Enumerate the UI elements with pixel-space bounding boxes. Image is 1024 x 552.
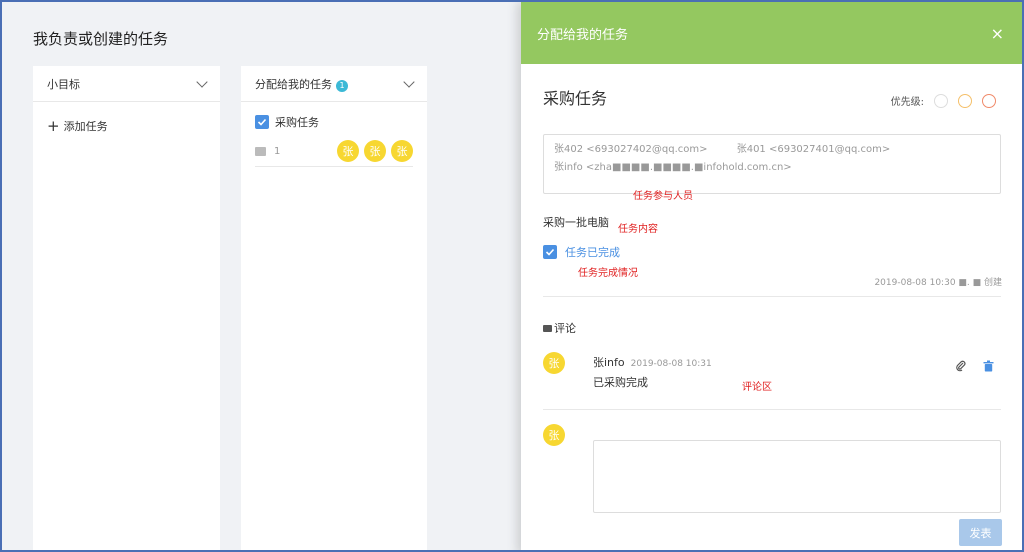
comment-actions: [955, 360, 994, 372]
task-detail-panel: 分配给我的任务 × 采购任务 优先级: 张402 <693027402@qq.c…: [521, 2, 1022, 550]
column-assigned-to-me: 分配给我的任务 1 采购任务 1 张 张 张: [241, 66, 427, 550]
priority-selector: 优先级:: [891, 93, 996, 108]
avatar-group: 张 张 张: [337, 140, 413, 162]
add-task-label: 添加任务: [63, 120, 108, 133]
column-title: 小目标: [47, 77, 80, 91]
page-title: 我负责或创建的任务: [33, 30, 169, 48]
send-button[interactable]: 发表: [959, 519, 1002, 546]
column-header[interactable]: 小目标: [33, 66, 220, 102]
task-title[interactable]: 采购任务: [543, 85, 607, 109]
annotation-content: 任务内容: [618, 224, 658, 235]
column-title: 分配给我的任务: [255, 77, 332, 91]
priority-option-low[interactable]: [934, 93, 948, 108]
avatar[interactable]: 张: [391, 140, 413, 162]
participants-field[interactable]: 张402 <693027402@qq.com> 张401 <693027401@…: [543, 134, 1001, 194]
divider: [255, 166, 413, 167]
comment-header: 张info 2019-08-08 10:31: [593, 354, 712, 370]
chevron-down-icon[interactable]: [196, 75, 208, 88]
status-text: 任务已完成: [565, 246, 620, 259]
task-card-title: 采购任务: [275, 116, 319, 129]
add-task-button[interactable]: + 添加任务: [47, 118, 108, 134]
attachment-icon[interactable]: [955, 360, 967, 372]
comment-input[interactable]: [593, 440, 1001, 513]
plus-icon: +: [47, 117, 60, 135]
comments-heading-label: 评论: [554, 322, 576, 335]
comment-time: 2019-08-08 10:31: [630, 359, 712, 369]
annotation-comments: 评论区: [742, 382, 772, 393]
count-badge: 1: [336, 79, 348, 92]
comment-author: 张info: [593, 356, 625, 369]
task-card[interactable]: 采购任务 1 张 张 张: [255, 114, 413, 167]
task-checkbox[interactable]: [255, 115, 269, 129]
annotation-status: 任务完成情况: [578, 268, 638, 279]
column-header[interactable]: 分配给我的任务 1: [241, 66, 427, 102]
app-window: 我负责或创建的任务 小目标 + 添加任务 分配给我的任务 1 采购任务 1 张 …: [0, 0, 1024, 552]
priority-option-medium[interactable]: [958, 93, 972, 108]
avatar[interactable]: 张: [337, 140, 359, 162]
priority-label: 优先级:: [890, 97, 924, 108]
comment-text: 已采购完成: [593, 376, 648, 389]
task-content[interactable]: 采购一批电脑: [543, 214, 609, 230]
column-title-group: 分配给我的任务 1: [255, 76, 348, 92]
panel-header: 分配给我的任务 ×: [521, 2, 1022, 64]
avatar[interactable]: 张: [543, 352, 565, 374]
column-small-goals: 小目标 + 添加任务: [33, 66, 220, 550]
participant-tag[interactable]: 张info <zha■■■■.■■■■.■infohold.com.cn>: [554, 162, 792, 173]
check-icon: [545, 248, 555, 256]
participant-tag[interactable]: 张401 <693027401@qq.com>: [737, 144, 891, 155]
created-meta: 2019-08-08 10:30 ■. ■ 创建: [874, 278, 1002, 288]
comments-heading: 评论: [543, 320, 576, 336]
comment-icon: [255, 146, 266, 156]
close-icon[interactable]: ×: [991, 24, 1004, 43]
divider: [543, 409, 1001, 410]
comment-count: 1: [274, 145, 281, 157]
check-icon: [257, 118, 267, 126]
chevron-down-icon[interactable]: [403, 75, 415, 88]
comment-icon: [543, 324, 552, 332]
annotation-participants: 任务参与人员: [633, 191, 693, 202]
avatar[interactable]: 张: [543, 424, 565, 446]
task-status[interactable]: 任务已完成: [543, 244, 620, 260]
panel-title: 分配给我的任务: [537, 27, 629, 43]
divider: [543, 296, 1001, 297]
avatar[interactable]: 张: [364, 140, 386, 162]
priority-option-high[interactable]: [982, 93, 996, 108]
participant-tag[interactable]: 张402 <693027402@qq.com>: [554, 144, 708, 155]
status-checkbox[interactable]: [543, 245, 557, 259]
trash-icon[interactable]: [983, 360, 994, 372]
